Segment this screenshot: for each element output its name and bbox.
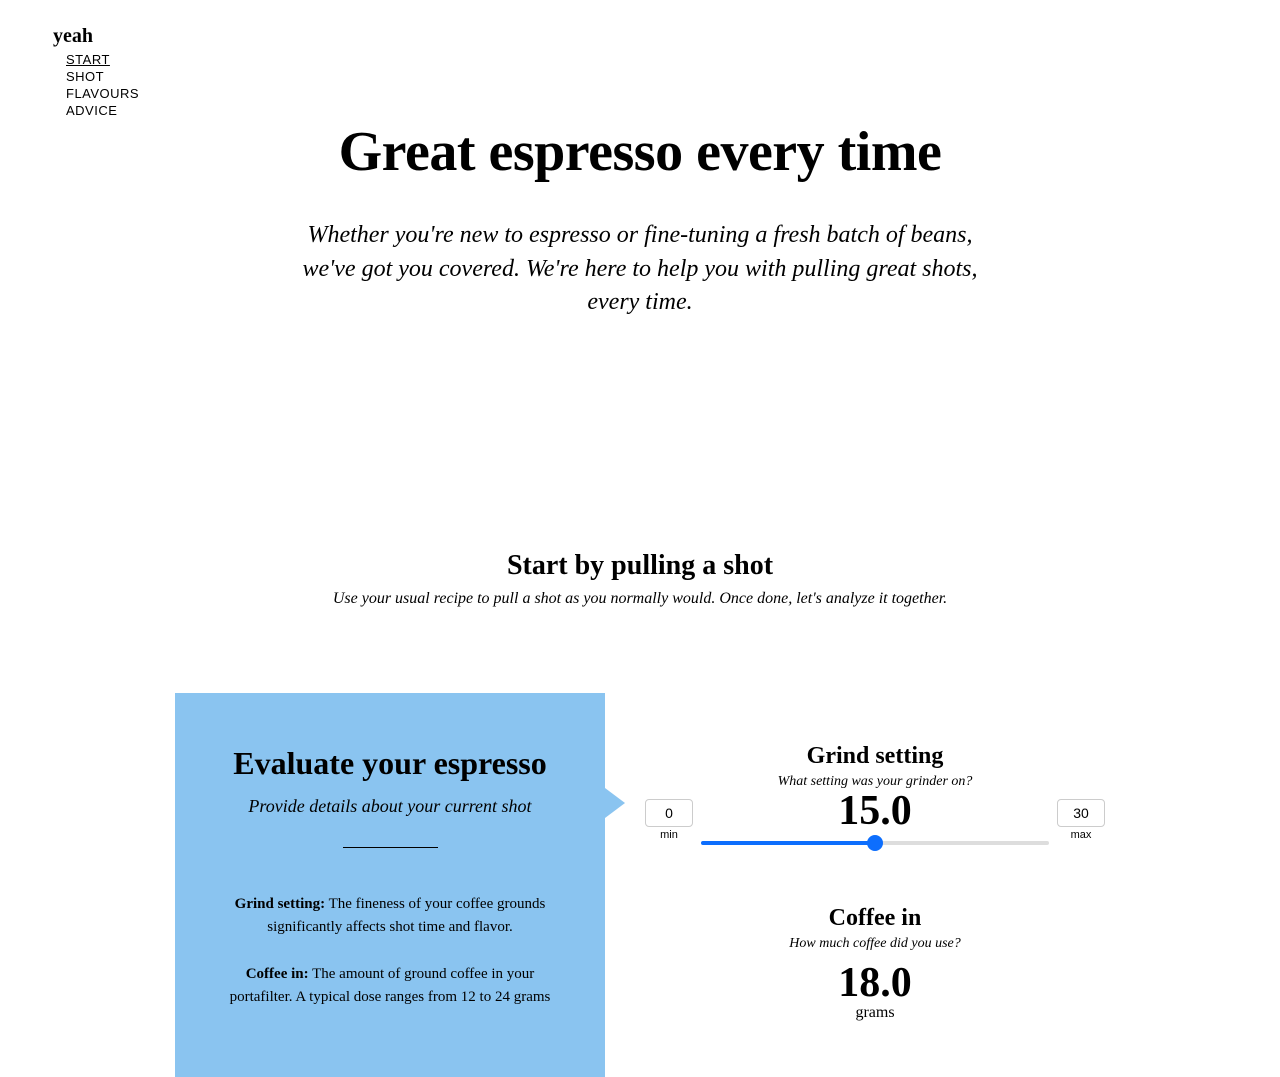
divider [343,847,438,848]
hero-subtitle: Whether you're new to espresso or fine-t… [280,219,1000,320]
grind-max-input[interactable] [1057,799,1105,827]
grind-value: 15.0 [701,790,1049,832]
coffee-unit: grams [645,1004,1105,1022]
term-coffee-label: Coffee in: [246,966,309,982]
start-subtitle: Use your usual recipe to pull a shot as … [0,590,1280,608]
coffee-control: Coffee in How much coffee did you use? 1… [645,905,1105,1022]
grind-min-label: min [660,829,678,841]
controls-panel: Grind setting What setting was your grin… [645,693,1105,1077]
nav-item-flavours[interactable]: FLAVOURS [66,86,139,101]
grind-max-label: max [1071,829,1092,841]
grind-min-input[interactable] [645,799,693,827]
main-nav: yeah START SHOT FLAVOURS ADVICE [53,25,139,120]
evaluate-title: Evaluate your espresso [215,743,565,785]
hero-section: Great espresso every time Whether you're… [280,0,1000,320]
coffee-title: Coffee in [645,905,1105,932]
grind-slider[interactable] [701,841,1049,845]
grind-title: Grind setting [645,743,1105,770]
coffee-value: 18.0 [645,962,1105,1004]
nav-item-start[interactable]: START [66,52,139,67]
term-coffee: Coffee in: The amount of ground coffee i… [215,963,565,1008]
grind-control: Grind setting What setting was your grin… [645,743,1105,850]
evaluate-card: Evaluate your espresso Provide details a… [175,693,605,1077]
nav-item-shot[interactable]: SHOT [66,69,139,84]
hero-title: Great espresso every time [280,120,1000,184]
term-grind: Grind setting: The fineness of your coff… [215,893,565,938]
start-section: Start by pulling a shot Use your usual r… [0,550,1280,608]
coffee-subtitle: How much coffee did you use? [645,936,1105,952]
nav-logo[interactable]: yeah [53,25,139,48]
start-title: Start by pulling a shot [0,550,1280,582]
nav-item-advice[interactable]: ADVICE [66,103,139,118]
evaluate-container: Evaluate your espresso Provide details a… [0,693,1280,1077]
term-grind-label: Grind setting: [235,896,325,912]
evaluate-subtitle: Provide details about your current shot [215,796,565,817]
